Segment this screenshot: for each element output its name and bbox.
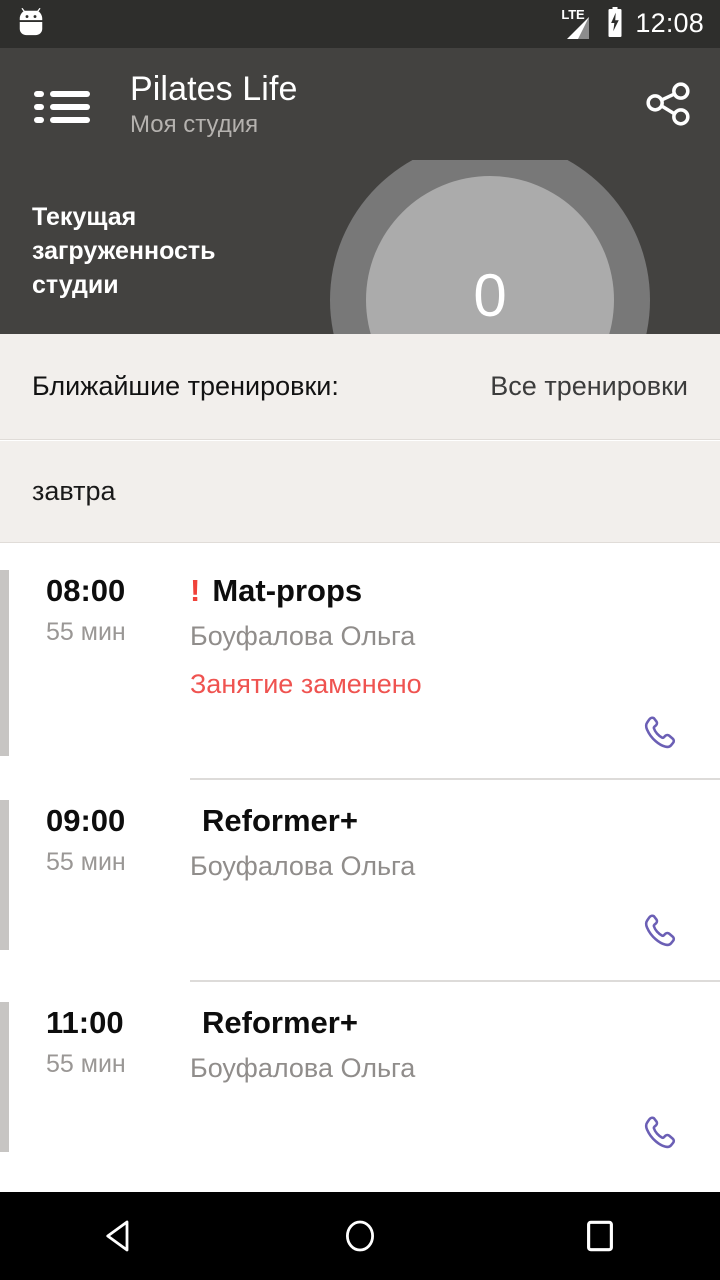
lesson-time-block: 11:00 55 мин [46, 1004, 186, 1082]
lesson-time: 08:00 [46, 573, 126, 608]
android-nav-bar [0, 1192, 720, 1280]
nav-back-button[interactable] [0, 1215, 240, 1257]
all-workouts-link[interactable]: Все тренировки [490, 371, 688, 402]
list-item[interactable]: 08:00 55 мин ! Mat-props Боуфалова Ольга… [0, 544, 720, 780]
lesson-trainer: Боуфалова Ольга [190, 1053, 416, 1083]
page-subtitle: Моя студия [130, 111, 259, 138]
lesson-title-row: Reformer+ [190, 800, 650, 842]
page-title: Pilates Life [130, 70, 298, 108]
lesson-time-block: 09:00 55 мин [46, 802, 186, 880]
status-bar-clock: 12:08 [635, 7, 704, 38]
nav-home-button[interactable] [240, 1215, 480, 1257]
upcoming-label: Ближайшие тренировки: [32, 371, 339, 401]
lesson-info-block: Reformer+ Боуфалова Ольга [190, 1002, 650, 1092]
home-circle-icon [346, 1220, 374, 1252]
list-item[interactable]: 11:00 55 мин Reformer+ Боуфалова Ольга [0, 982, 720, 1184]
lesson-trainer: Боуфалова Ольга [190, 621, 416, 651]
lesson-info-block: Reformer+ Боуфалова Ольга [190, 800, 650, 890]
lesson-title: Reformer+ [202, 1005, 358, 1040]
lesson-list[interactable]: 08:00 55 мин ! Mat-props Боуфалова Ольга… [0, 544, 720, 1192]
lesson-accent-bar [0, 1002, 9, 1152]
lesson-info-block: ! Mat-props Боуфалова Ольга Занятие заме… [190, 570, 650, 708]
list-item[interactable]: 09:00 55 мин Reformer+ Боуфалова Ольга [0, 780, 720, 982]
lesson-duration: 55 мин [46, 1050, 126, 1078]
app-bar: Pilates Life Моя студия [0, 48, 720, 160]
lesson-alert-icon: ! [190, 573, 201, 608]
lesson-title-row: Reformer+ [190, 1002, 650, 1044]
lesson-time-block: 08:00 55 мин [46, 572, 186, 650]
lesson-trainer: Боуфалова Ольга [190, 851, 416, 881]
phone-icon[interactable] [640, 712, 684, 756]
occupancy-value: 0 [473, 262, 507, 329]
phone-icon[interactable] [640, 910, 684, 954]
nav-recents-button[interactable] [480, 1215, 720, 1257]
back-triangle-icon [106, 1220, 129, 1252]
day-header-label: завтра [32, 476, 116, 506]
status-bar-right: LTE 12:08 [561, 6, 704, 42]
lesson-time: 09:00 [46, 803, 126, 838]
occupancy-label: Текущая загруженность студии [32, 203, 216, 299]
studio-occupancy-section: Текущая загруженность студии 0 [0, 160, 720, 334]
lesson-accent-bar [0, 800, 9, 950]
phone-icon[interactable] [640, 1112, 684, 1156]
lte-signal-icon: LTE [561, 8, 595, 39]
list-menu-icon[interactable] [30, 76, 90, 132]
status-bar-left [16, 7, 46, 42]
share-icon[interactable] [640, 76, 696, 132]
day-header: завтра [0, 441, 720, 543]
lesson-duration: 55 мин [46, 848, 126, 876]
app-bar-titles: Pilates Life Моя студия [130, 68, 298, 140]
status-bar: LTE 12:08 [0, 0, 720, 48]
lesson-title: Reformer+ [202, 803, 358, 838]
lesson-title: Mat-props [212, 573, 363, 608]
recents-square-icon [587, 1220, 613, 1252]
android-bug-icon [16, 7, 46, 42]
lesson-accent-bar [0, 570, 9, 756]
lesson-duration: 55 мин [46, 618, 126, 646]
lesson-title-row: ! Mat-props [190, 570, 650, 612]
lesson-note: Занятие заменено [190, 669, 422, 699]
upcoming-section-header: Ближайшие тренировки: Все тренировки [0, 334, 720, 440]
battery-charging-icon [605, 6, 625, 42]
phone-screen: LTE 12:08 Pilates Life Моя студия Текуща… [0, 0, 720, 1280]
lesson-time: 11:00 [46, 1005, 124, 1040]
